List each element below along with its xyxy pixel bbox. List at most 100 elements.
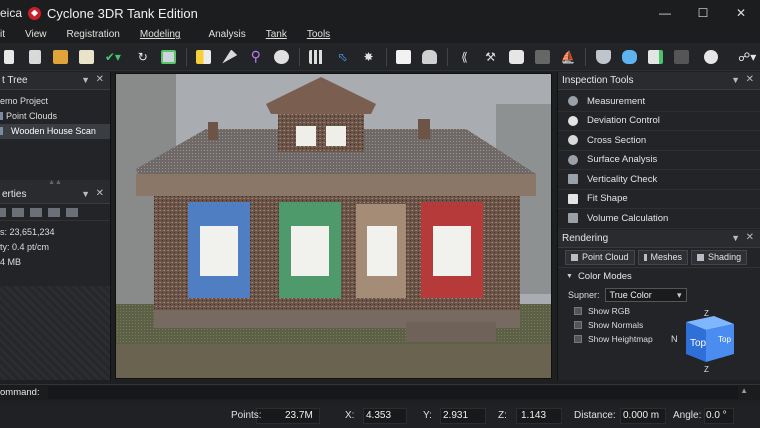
inspect-icon[interactable] [273, 48, 291, 66]
minimize-button[interactable]: — [646, 0, 684, 26]
cursor-select-icon[interactable]: ⬁ [334, 48, 352, 66]
menu-registration[interactable]: Registration [67, 29, 120, 40]
tool-deviation-control[interactable]: Deviation Control [558, 112, 760, 131]
layer-icon[interactable] [195, 48, 213, 66]
search-icon[interactable]: ⚲ [247, 48, 265, 66]
command-input[interactable] [48, 386, 738, 399]
props-tool-icon[interactable] [66, 207, 78, 217]
pin-icon[interactable]: ▼ [731, 233, 740, 243]
tree-item-wooden-house-scan[interactable]: Wooden House Scan [0, 124, 110, 139]
probe-icon[interactable]: ⚒ [481, 48, 499, 66]
supner-select[interactable]: True Color [604, 287, 687, 302]
checkbox[interactable] [574, 320, 582, 329]
properties-header: erties ▼ ✕ [0, 186, 110, 204]
ruler-icon [568, 96, 578, 107]
pin-icon[interactable]: ⟪ [456, 48, 474, 66]
deviation-icon [568, 115, 578, 126]
x-label: X: [345, 410, 355, 421]
select-arrow-icon[interactable]: ✔▾ [104, 48, 122, 66]
report-icon[interactable] [78, 48, 96, 66]
props-tool-icon[interactable] [30, 207, 42, 217]
menu-modeling[interactable]: Modeling [140, 29, 181, 40]
menu-view[interactable]: View [25, 29, 47, 40]
mesh-dark-icon[interactable] [672, 48, 690, 66]
new-icon[interactable] [0, 48, 18, 66]
undo-icon[interactable]: ↻ [134, 48, 152, 66]
checkbox[interactable] [574, 334, 582, 343]
menu-edit[interactable]: it [0, 29, 5, 40]
mesh-icon[interactable] [533, 48, 551, 66]
inspection-tools-list: Measurement Deviation Control Cross Sect… [558, 90, 760, 229]
open-folder-icon[interactable] [52, 48, 70, 66]
properties-toolbar [0, 204, 110, 221]
maximize-button[interactable]: ☐ [684, 0, 722, 26]
pin-icon[interactable]: ▼ [81, 75, 90, 85]
tool-surface-analysis[interactable]: Surface Analysis [558, 151, 760, 170]
pin-icon[interactable]: ▼ [731, 75, 740, 85]
close-icon[interactable]: ✕ [96, 188, 104, 199]
grid-icon[interactable] [308, 48, 326, 66]
tab-shading[interactable]: Shading [691, 249, 748, 265]
close-icon[interactable]: ✕ [746, 74, 754, 85]
menu-tools[interactable]: Tools [307, 29, 330, 40]
hook-icon[interactable] [421, 48, 439, 66]
angle-value: 0.0 ° [706, 410, 727, 421]
cube-side-label: Top [718, 335, 731, 344]
tool-volume-calculation[interactable]: Volume Calculation [558, 209, 760, 229]
settings-icon[interactable]: ✸ [360, 48, 378, 66]
color-modes-section[interactable]: ▼ Color Modes [558, 268, 760, 286]
pin-icon[interactable]: ▼ [81, 189, 90, 199]
rendering-tabs: Point Cloud Meshes Shading [558, 248, 760, 268]
surface-icon[interactable] [594, 48, 612, 66]
brand-text: eica [0, 6, 23, 20]
menu-analysis[interactable]: Analysis [208, 29, 245, 40]
prop-size: 4 MB [0, 257, 22, 267]
rendering-title: Rendering [562, 232, 609, 244]
save-as-icon[interactable] [26, 48, 44, 66]
points-label: Points: [231, 410, 262, 421]
point-cloud-icon [571, 253, 578, 261]
tab-point-cloud[interactable]: Point Cloud [565, 249, 635, 265]
tree-item-project[interactable]: emo Project [0, 94, 110, 109]
tree-item-point-clouds[interactable]: Point Clouds [0, 109, 110, 124]
shading-icon [697, 253, 705, 261]
ship-icon[interactable]: ⛵ [559, 48, 577, 66]
sphere-icon[interactable] [702, 48, 720, 66]
point-icon[interactable] [507, 48, 525, 66]
filter-icon[interactable] [646, 48, 664, 66]
prop-density: ty: 0.4 pt/cm [0, 242, 50, 252]
box-icon[interactable] [395, 48, 413, 66]
properties-list: s: 23,651,234 ty: 0.4 pt/cm 4 MB [0, 221, 110, 270]
command-label: ommand: [0, 387, 40, 398]
props-tool-icon[interactable] [12, 207, 24, 217]
export-icon[interactable]: ☍▾ [734, 48, 760, 66]
surface-analysis-icon [568, 154, 578, 165]
inspection-tools-title: Inspection Tools [562, 75, 634, 86]
tool-verticality-check[interactable]: Verticality Check [558, 170, 760, 190]
clone-icon[interactable] [160, 48, 178, 66]
tool-fit-shape[interactable]: Fit Shape [558, 190, 760, 209]
tool-cross-section[interactable]: Cross Section [558, 131, 760, 151]
close-button[interactable]: ✕ [722, 0, 760, 26]
props-tool-icon[interactable] [48, 207, 60, 217]
tool-measurement[interactable]: Measurement [558, 92, 760, 112]
point-cloud-icon [0, 127, 3, 135]
main-toolbar: ✔▾ ↻ ⚲ ⬁ ✸ ⟪ ⚒ ⛵ ☍▾ [0, 43, 760, 71]
menu-tank[interactable]: Tank [266, 29, 287, 40]
project-tree-title: t Tree [2, 75, 28, 86]
brush-icon[interactable] [221, 48, 239, 66]
close-icon[interactable]: ✕ [746, 232, 754, 243]
view-cube[interactable]: Top Top Z Z [680, 309, 740, 374]
3d-viewport[interactable] [115, 73, 552, 379]
tab-meshes[interactable]: Meshes [637, 249, 689, 265]
menu-bar: it View Registration Modeling Analysis T… [0, 26, 760, 43]
checkbox[interactable] [574, 306, 582, 315]
scroll-arrow-icon[interactable]: ▲ [740, 386, 748, 395]
cloud-icon[interactable] [620, 48, 638, 66]
properties-title: erties [2, 189, 27, 200]
volume-icon [568, 213, 578, 224]
props-tool-icon[interactable] [0, 207, 6, 217]
close-icon[interactable]: ✕ [96, 74, 104, 85]
z-value: 1.143 [521, 410, 547, 421]
y-value: 2.931 [443, 410, 469, 421]
